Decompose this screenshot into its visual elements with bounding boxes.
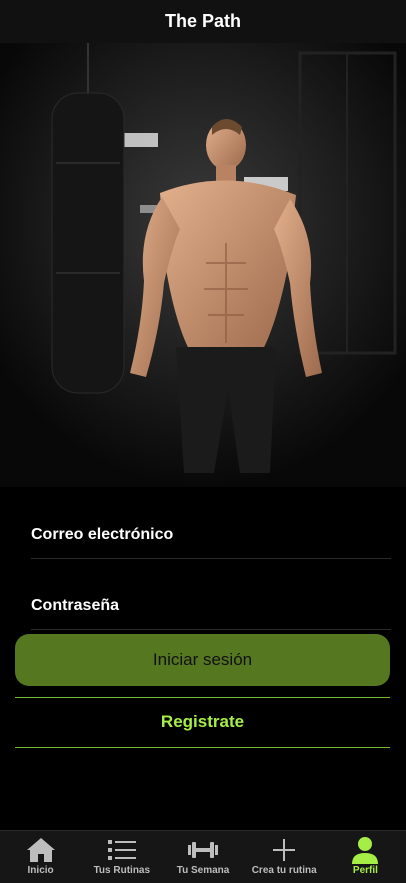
dumbbell-icon — [187, 837, 219, 863]
email-field[interactable]: Correo electrónico — [31, 518, 391, 559]
tab-label: Tu Semana — [176, 865, 230, 876]
tab-label: Crea tu rutina — [251, 865, 317, 876]
tab-tu-semana[interactable]: Tu Semana — [162, 831, 243, 883]
tab-tus-rutinas[interactable]: Tus Rutinas — [81, 831, 162, 883]
tab-label: Tus Rutinas — [93, 865, 151, 876]
hero-image — [0, 43, 406, 487]
plus-icon — [272, 837, 296, 863]
bottom-tab-bar: Inicio Tus Rutinas Tu Semana Crea tu rut… — [0, 830, 406, 883]
page-title: The Path — [164, 11, 241, 31]
home-icon — [26, 837, 56, 863]
tab-crea-tu-rutina[interactable]: Crea tu rutina — [244, 831, 325, 883]
register-divider-top — [15, 697, 390, 698]
tab-inicio[interactable]: Inicio — [0, 831, 81, 883]
tab-label: Perfil — [352, 865, 378, 876]
password-field[interactable]: Contraseña — [31, 589, 391, 630]
tab-label: Inicio — [27, 865, 54, 876]
app-header: The Path — [0, 0, 406, 43]
login-button[interactable]: Iniciar sesión — [15, 634, 390, 686]
register-link[interactable]: Registrate — [15, 700, 390, 744]
list-icon — [107, 837, 136, 863]
person-icon — [351, 837, 379, 864]
register-divider-bottom — [15, 747, 390, 748]
tab-perfil[interactable]: Perfil — [325, 831, 406, 883]
gym-photo-illustration — [0, 43, 406, 487]
password-label: Contraseña — [31, 597, 120, 614]
email-label: Correo electrónico — [31, 526, 174, 543]
